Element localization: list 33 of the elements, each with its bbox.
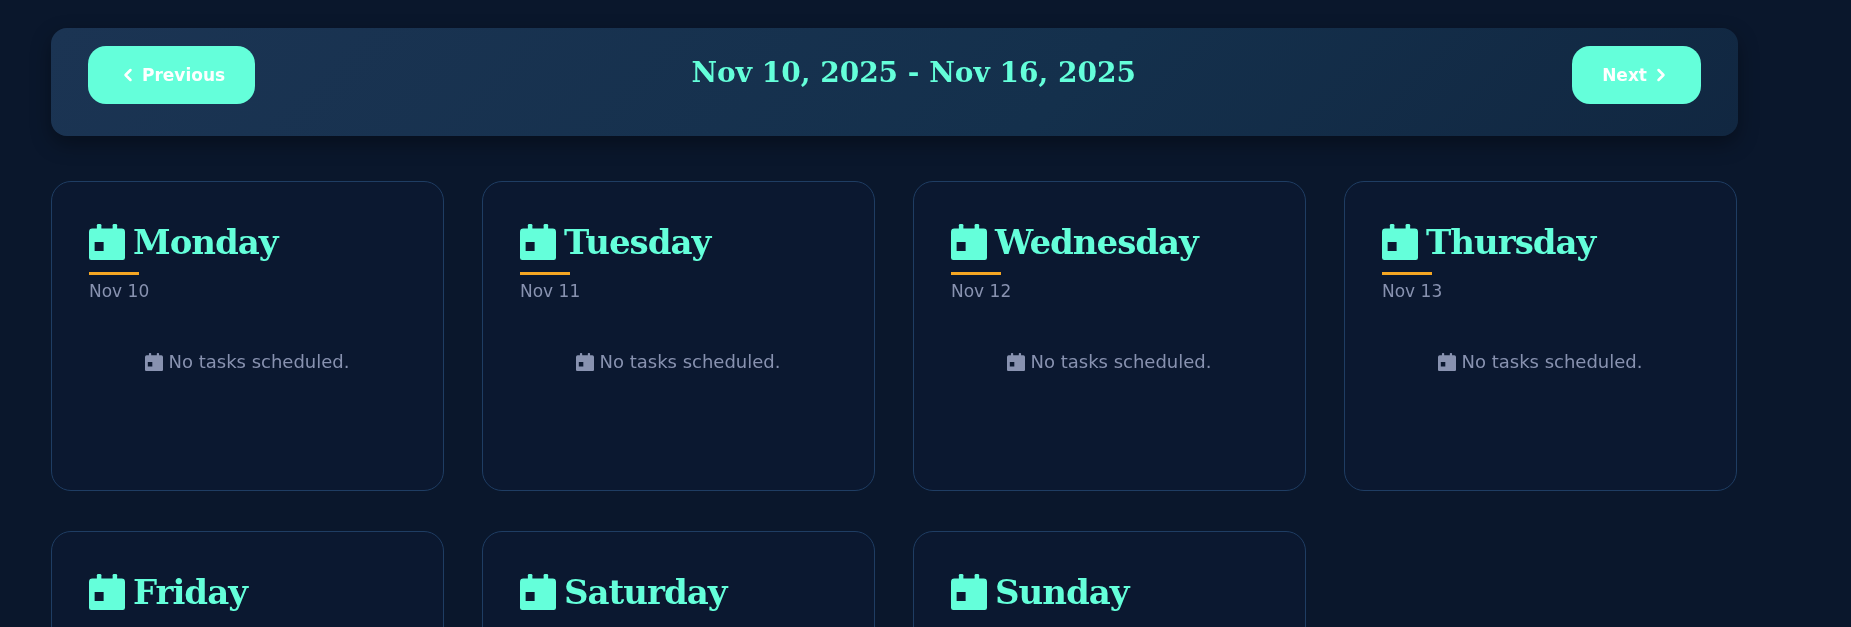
day-title: Saturday	[564, 572, 727, 612]
calendar-icon	[520, 574, 556, 610]
next-button[interactable]: Next	[1572, 46, 1701, 104]
calendar-icon	[89, 574, 125, 610]
empty-message: No tasks scheduled.	[168, 351, 350, 372]
calendar-icon	[1382, 224, 1418, 260]
calendar-icon	[520, 224, 556, 260]
day-date: Nov 13	[1382, 281, 1444, 301]
empty-message: No tasks scheduled.	[1461, 351, 1643, 372]
accent-underline	[1382, 272, 1432, 275]
day-title: Tuesday	[564, 222, 711, 262]
day-date: Nov 10	[89, 281, 151, 301]
calendar-icon	[89, 224, 125, 260]
day-title: Monday	[133, 222, 278, 262]
accent-underline	[520, 272, 570, 275]
calendar-icon	[951, 574, 987, 610]
calendar-icon	[1007, 352, 1026, 371]
day-date: Nov 12	[951, 281, 1013, 301]
day-title: Sunday	[995, 572, 1129, 612]
accent-underline	[951, 272, 1001, 275]
day-title: Friday	[133, 572, 247, 612]
empty-message: No tasks scheduled.	[599, 351, 781, 372]
week-range-title: Nov 10, 2025 - Nov 16, 2025	[691, 55, 1136, 89]
accent-underline	[89, 272, 139, 275]
calendar-icon	[145, 352, 164, 371]
previous-button[interactable]: Previous	[88, 46, 256, 104]
calendar-icon	[951, 224, 987, 260]
day-date: Nov 11	[520, 281, 582, 301]
day-title: Wednesday	[995, 222, 1198, 262]
empty-message: No tasks scheduled.	[1030, 351, 1212, 372]
calendar-icon	[1438, 352, 1457, 371]
calendar-icon	[576, 352, 595, 371]
day-title: Thursday	[1426, 222, 1596, 262]
